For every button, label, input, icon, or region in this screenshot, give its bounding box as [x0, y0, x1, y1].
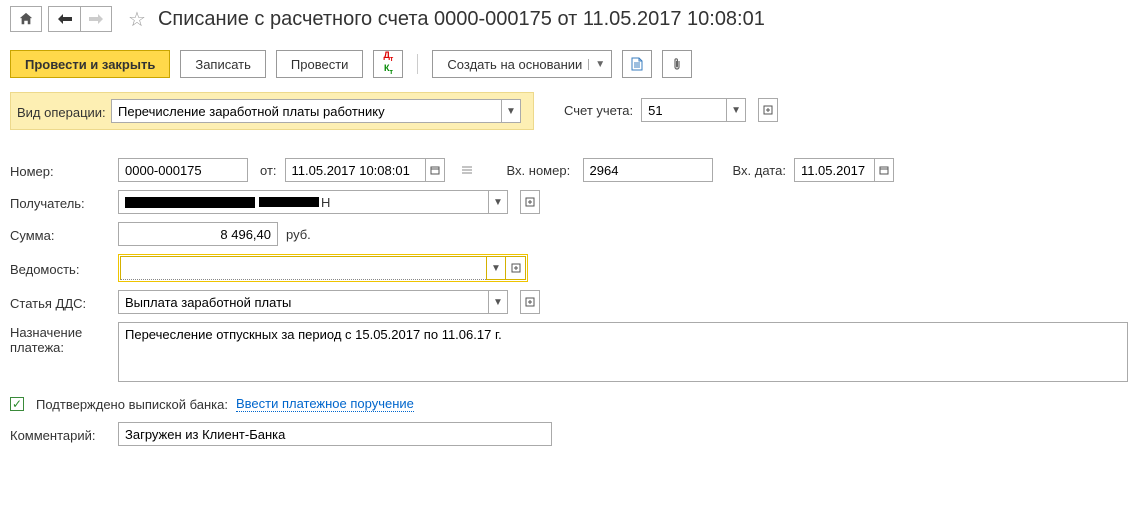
account-input[interactable] [641, 98, 726, 122]
comment-input[interactable] [118, 422, 552, 446]
date-calendar-button[interactable] [425, 158, 445, 182]
op-type-input[interactable] [111, 99, 501, 123]
dtkt-button[interactable]: ДтКт [373, 50, 403, 78]
sum-suffix: руб. [286, 227, 311, 242]
calendar-icon [430, 165, 440, 175]
vedomost-open-button[interactable] [506, 256, 526, 280]
recipient-dropdown-button[interactable]: ▼ [488, 190, 508, 214]
op-type-dropdown-button[interactable]: ▼ [501, 99, 521, 123]
in-date-input[interactable] [794, 158, 874, 182]
vedomost-active-wrap: ▼ [118, 254, 528, 282]
create-based-button[interactable]: Создать на основании ▼ [432, 50, 612, 78]
account-dropdown-button[interactable]: ▼ [726, 98, 746, 122]
account-open-button[interactable] [758, 98, 778, 122]
dds-open-button[interactable] [520, 290, 540, 314]
in-date-calendar-button[interactable] [874, 158, 894, 182]
create-based-label: Создать на основании [447, 57, 582, 72]
document-button[interactable] [622, 50, 652, 78]
sum-input[interactable] [118, 222, 278, 246]
op-type-row: Вид операции: ▼ [10, 92, 534, 130]
vedomost-label: Ведомость: [10, 259, 110, 277]
calendar-icon [879, 165, 889, 175]
arrow-right-icon [89, 14, 103, 24]
recipient-label: Получатель: [10, 193, 110, 211]
forward-button[interactable] [80, 6, 112, 32]
redacted-tail: Н [321, 195, 329, 210]
save-button[interactable]: Записать [180, 50, 266, 78]
open-icon [525, 197, 535, 207]
attach-button[interactable] [662, 50, 692, 78]
in-date-label: Вх. дата: [733, 163, 786, 178]
vedomost-input[interactable] [120, 256, 486, 280]
in-number-input[interactable] [583, 158, 713, 182]
in-date-combo [794, 158, 894, 182]
open-icon [511, 263, 521, 273]
number-label: Номер: [10, 161, 110, 179]
confirmed-label: Подтверждено выпиской банка: [36, 397, 228, 412]
dds-combo: ▼ [118, 290, 508, 314]
lines-icon [461, 165, 473, 175]
from-label: от: [260, 163, 277, 178]
toolbar: Провести и закрыть Записать Провести ДтК… [10, 50, 1129, 78]
enter-order-link[interactable]: Ввести платежное поручение [236, 396, 414, 412]
chevron-down-icon: ▼ [588, 59, 605, 70]
vedomost-dropdown-button[interactable]: ▼ [486, 256, 506, 280]
recipient-input[interactable]: Н [118, 190, 488, 214]
arrow-left-icon [58, 14, 72, 24]
nav-group [48, 6, 112, 32]
number-input[interactable] [118, 158, 248, 182]
dtkt-icon: ДтКт [383, 51, 393, 77]
date-extra-button[interactable] [457, 158, 477, 182]
favorite-star-icon[interactable]: ☆ [128, 7, 146, 32]
open-icon [525, 297, 535, 307]
title-bar: ☆ Списание с расчетного счета 0000-00017… [10, 6, 1129, 32]
account-combo: ▼ [641, 98, 746, 122]
date-combo [285, 158, 445, 182]
comment-label: Комментарий: [10, 425, 110, 443]
sum-label: Сумма: [10, 225, 110, 243]
post-button[interactable]: Провести [276, 50, 364, 78]
open-icon [763, 105, 773, 115]
dds-input[interactable] [118, 290, 488, 314]
date-input[interactable] [285, 158, 425, 182]
dds-label: Статья ДДС: [10, 293, 110, 311]
home-button[interactable] [10, 6, 42, 32]
page-title: Списание с расчетного счета 0000-000175 … [158, 8, 765, 31]
account-label: Счет учета: [564, 103, 633, 118]
redacted-text [259, 197, 319, 207]
dds-dropdown-button[interactable]: ▼ [488, 290, 508, 314]
in-number-label: Вх. номер: [507, 163, 575, 178]
back-button[interactable] [48, 6, 80, 32]
purpose-textarea[interactable] [118, 322, 1128, 382]
confirmed-checkbox[interactable]: ✓ [10, 397, 24, 411]
home-icon [19, 12, 33, 26]
recipient-combo: Н ▼ [118, 190, 508, 214]
paperclip-icon [672, 57, 682, 71]
purpose-label: Назначение платежа: [10, 322, 110, 355]
separator [417, 54, 418, 74]
op-type-label: Вид операции: [17, 102, 107, 120]
post-and-close-button[interactable]: Провести и закрыть [10, 50, 170, 78]
recipient-open-button[interactable] [520, 190, 540, 214]
document-icon [631, 57, 643, 71]
redacted-text [125, 197, 255, 208]
op-type-combo: ▼ [111, 99, 521, 123]
vedomost-combo: ▼ [120, 256, 526, 280]
